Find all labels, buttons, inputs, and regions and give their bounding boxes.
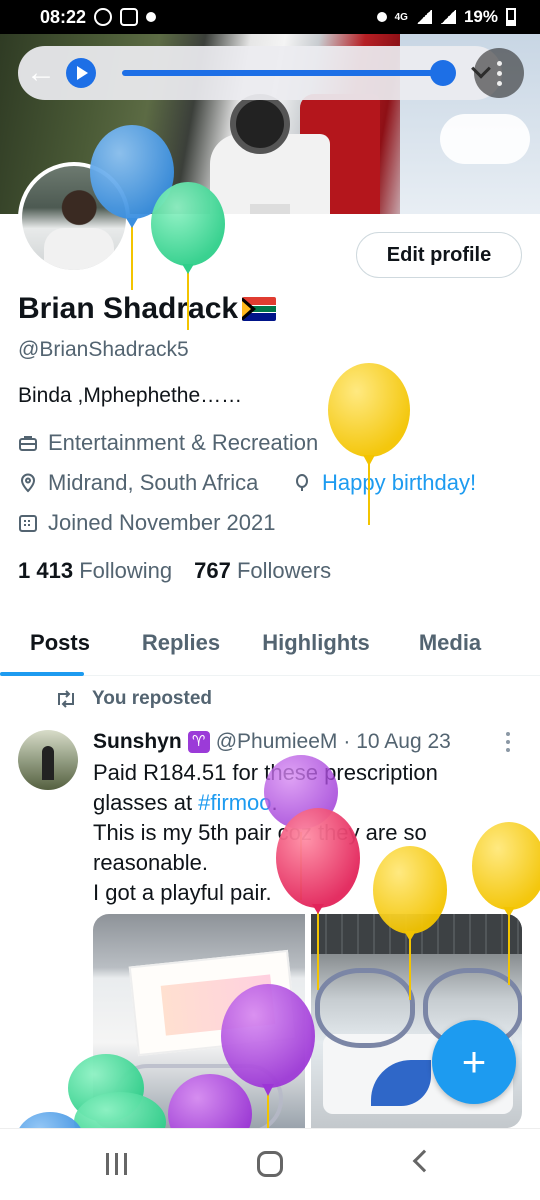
south-africa-flag-icon xyxy=(242,297,277,321)
tweet-line-4: reasonable. xyxy=(93,850,208,875)
seek-bar[interactable] xyxy=(122,60,456,86)
profile-category-row: Entertainment & Recreation xyxy=(18,430,318,456)
photo-keyboard xyxy=(310,914,522,954)
signal-2-icon xyxy=(439,10,456,24)
tab-media[interactable]: Media xyxy=(390,610,510,676)
following-label: Following xyxy=(79,558,173,583)
battery-icon xyxy=(506,8,516,26)
followers-link[interactable]: 767 Followers xyxy=(194,558,331,584)
location-icon xyxy=(376,12,387,22)
profile-tabs: Posts Replies Highlights Media xyxy=(0,610,540,676)
calendar-icon xyxy=(19,515,37,532)
photo-glasses xyxy=(113,1064,283,1128)
whatsapp-icon xyxy=(94,8,113,26)
media-notification-icon xyxy=(120,8,139,26)
signal-icon xyxy=(415,10,432,24)
status-bar: 08:22 4G 19% xyxy=(0,0,540,34)
notification-dot-icon xyxy=(146,12,157,22)
profile-avatar[interactable] xyxy=(18,162,130,274)
tweet-line-2-pre: glasses at xyxy=(93,790,199,815)
following-link[interactable]: 1 413 Following xyxy=(18,558,172,584)
network-type: 4G xyxy=(394,11,408,23)
repost-icon xyxy=(58,690,74,708)
tweet-line-1: Paid R184.51 for these prescription xyxy=(93,760,438,785)
play-button[interactable] xyxy=(66,58,96,88)
tweet-text: Paid R184.51 for these prescription glas… xyxy=(93,758,513,908)
profile-location: Midrand, South Africa xyxy=(48,470,259,495)
profile-category: Entertainment & Recreation xyxy=(48,430,319,455)
tweet-author-name[interactable]: Sunshyn xyxy=(93,730,182,754)
following-count: 1 413 xyxy=(18,558,74,583)
system-nav-bar xyxy=(0,1128,540,1200)
tweet-author-avatar[interactable] xyxy=(18,730,78,790)
profile-handle: @BrianShadrack5 xyxy=(18,338,189,361)
tab-highlights[interactable]: Highlights xyxy=(242,610,390,676)
profile-location-row: Midrand, South Africa xyxy=(18,470,258,496)
aries-emoji-icon: ♈ xyxy=(187,731,210,753)
banner-plate xyxy=(250,204,290,214)
recents-icon[interactable] xyxy=(106,1153,132,1175)
repost-label: You reposted xyxy=(92,688,212,709)
profile-joined-row: Joined November 2021 xyxy=(18,510,275,536)
tweet-line-5: I got a playful pair. xyxy=(93,880,272,905)
avatar-figure xyxy=(42,746,54,780)
tweet-more-icon[interactable] xyxy=(506,732,510,752)
tweet-line-2: glasses at #firmoo. xyxy=(93,788,513,818)
banner-tire xyxy=(230,94,290,154)
compose-post-button[interactable]: + xyxy=(432,1020,516,1104)
profile-bio: Binda ,Mphephethe…… xyxy=(18,384,243,407)
briefcase-icon xyxy=(19,436,37,451)
back-icon[interactable] xyxy=(412,1149,436,1173)
home-icon[interactable] xyxy=(257,1151,283,1177)
photo-lens-left xyxy=(314,968,415,1048)
hashtag-link[interactable]: #firmoo xyxy=(198,790,271,815)
tab-posts[interactable]: Posts xyxy=(0,610,120,676)
profile-birthday-row[interactable]: Happy birthday! xyxy=(292,470,476,496)
media-player-bar xyxy=(18,46,502,100)
profile-name-row: Brian Shadrack xyxy=(18,292,277,326)
followers-label: Followers xyxy=(236,558,332,583)
location-pin-icon xyxy=(20,473,36,493)
profile-birthday[interactable]: Happy birthday! xyxy=(322,470,476,496)
battery-percent: 19% xyxy=(463,7,498,26)
avatar-shirt xyxy=(44,228,114,270)
tweet-date[interactable]: · 10 Aug 23 xyxy=(343,730,450,754)
edit-profile-button[interactable]: Edit profile xyxy=(356,232,522,278)
follow-stats: 1 413 Following 767 Followers xyxy=(18,558,331,584)
tweet-photo-1[interactable] xyxy=(93,914,305,1128)
repost-indicator: You reposted xyxy=(54,688,212,710)
tweet-line-3: This is my 5th pair coz they are so xyxy=(93,820,427,845)
tweet-author-handle[interactable]: @PhumieeM xyxy=(216,730,338,754)
banner-cloud xyxy=(440,114,530,164)
seek-knob[interactable] xyxy=(430,60,456,86)
followers-count: 767 xyxy=(194,558,231,583)
balloon-icon xyxy=(296,474,308,491)
profile-joined: Joined November 2021 xyxy=(48,510,276,535)
back-arrow-icon[interactable]: ← xyxy=(26,56,60,90)
tweet-header: Sunshyn ♈ @PhumieeM · 10 Aug 23 xyxy=(93,730,451,754)
more-options-icon[interactable] xyxy=(474,48,524,98)
status-time: 08:22 xyxy=(40,6,87,27)
tab-replies[interactable]: Replies xyxy=(120,610,242,676)
balloon-yellow-profile xyxy=(328,363,410,525)
profile-name: Brian Shadrack xyxy=(18,292,239,325)
tweet-line-2-post: . xyxy=(271,790,278,815)
